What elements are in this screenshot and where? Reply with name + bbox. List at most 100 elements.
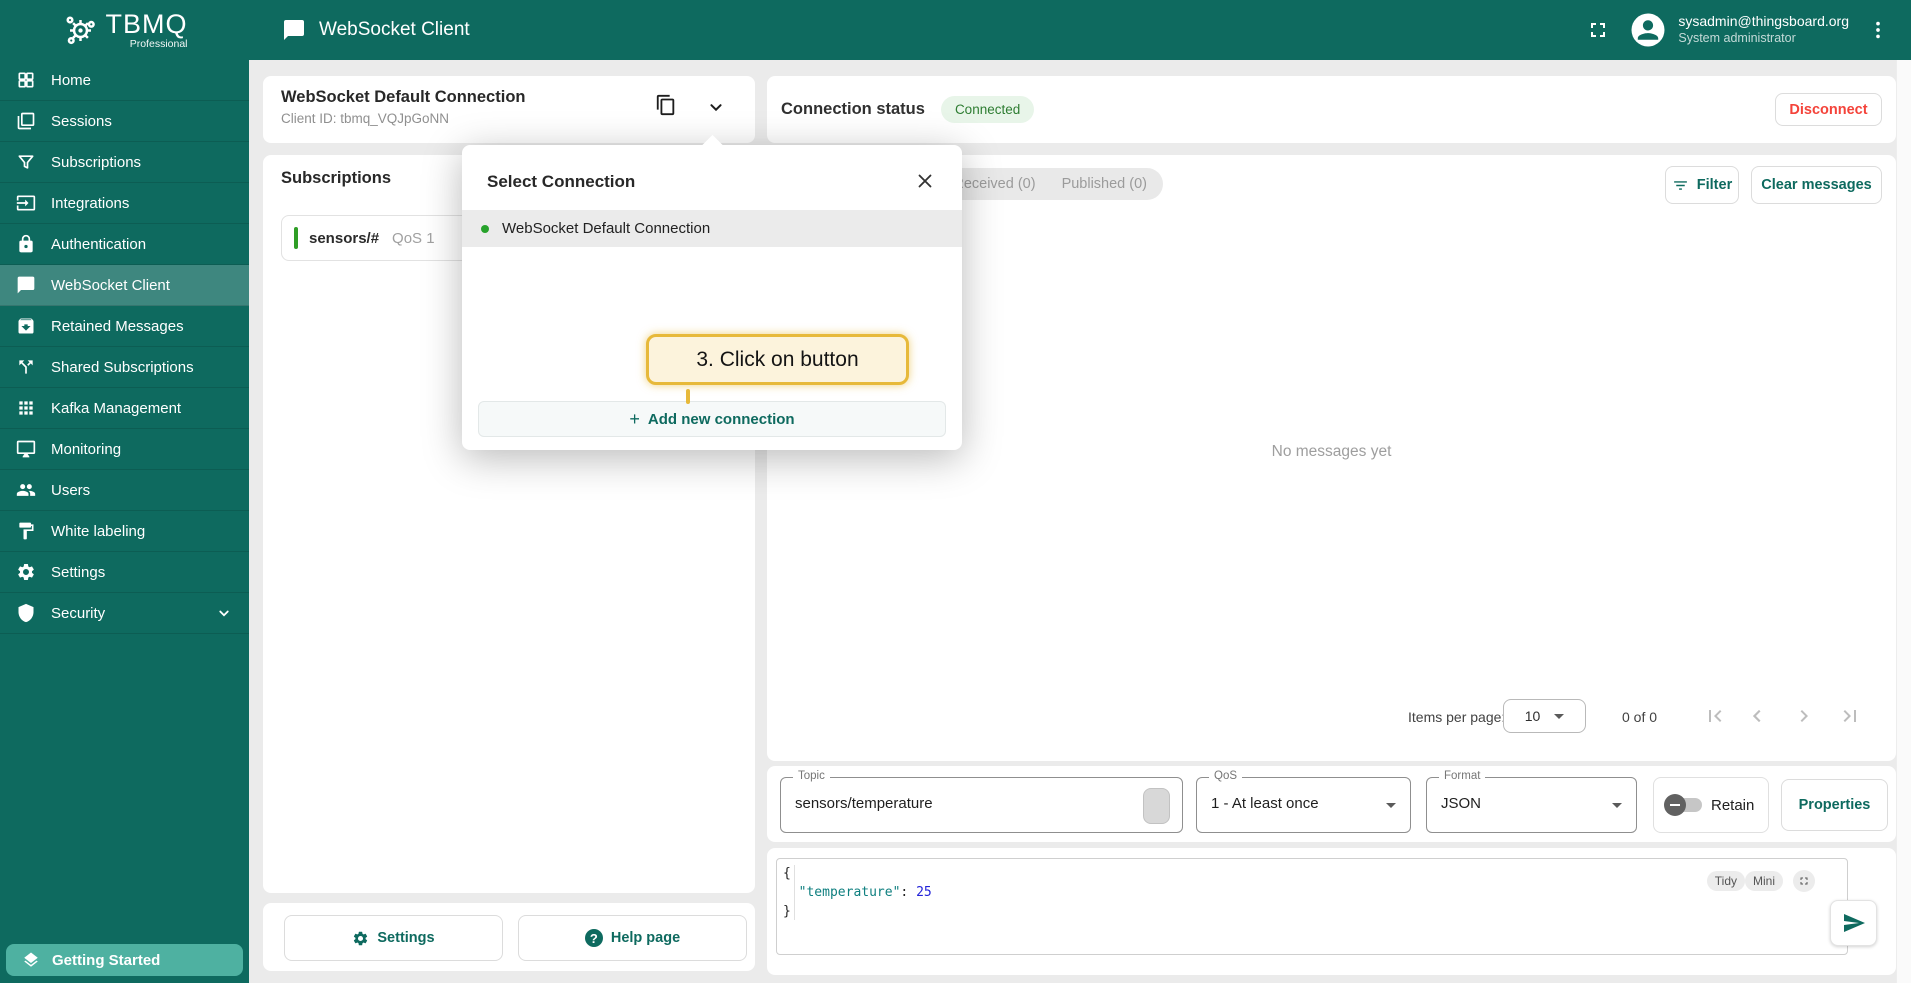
sidebar-item-authentication[interactable]: Authentication bbox=[0, 224, 249, 265]
user-email: sysadmin@thingsboard.org bbox=[1678, 13, 1849, 30]
json-brace: } bbox=[783, 904, 791, 919]
tidy-button[interactable]: Tidy bbox=[1706, 871, 1745, 891]
page-size-select[interactable]: 10 bbox=[1503, 699, 1586, 733]
sidebar-item-home[interactable]: Home bbox=[0, 60, 249, 101]
sidebar-item-websocket-client[interactable]: WebSocket Client bbox=[0, 265, 249, 306]
retain-toggle[interactable] bbox=[1664, 794, 1702, 816]
filter-button[interactable]: Filter bbox=[1665, 166, 1739, 204]
sidebar-item-label: Home bbox=[51, 71, 92, 89]
next-page-icon[interactable] bbox=[1792, 704, 1816, 728]
editor-fullscreen-icon[interactable] bbox=[1793, 870, 1815, 892]
chevron-down-icon bbox=[215, 604, 233, 622]
brand-edition: Professional bbox=[129, 37, 188, 50]
sidebar-item-kafka-management[interactable]: Kafka Management bbox=[0, 388, 249, 429]
qos-select[interactable]: QoS 1 - At least once bbox=[1196, 770, 1411, 833]
json-key: "temperature" bbox=[798, 885, 901, 900]
settings-button[interactable]: Settings bbox=[284, 915, 503, 961]
sidebar-item-subscriptions[interactable]: Subscriptions bbox=[0, 142, 249, 183]
disconnect-button[interactable]: Disconnect bbox=[1775, 93, 1882, 126]
format-select[interactable]: Format JSON bbox=[1426, 770, 1637, 833]
sidebar-item-label: Subscriptions bbox=[51, 153, 142, 171]
clear-messages-button[interactable]: Clear messages bbox=[1751, 166, 1882, 204]
json-brace: { bbox=[783, 866, 791, 881]
pagination: Items per page: 10 0 of 0 bbox=[767, 695, 1896, 739]
people-icon bbox=[16, 480, 36, 500]
clear-messages-label: Clear messages bbox=[1761, 177, 1872, 193]
subscription-topic: sensors/# bbox=[309, 229, 380, 247]
sidebar-item-shared-subscriptions[interactable]: Shared Subscriptions bbox=[0, 347, 249, 388]
tutorial-tooltip-text: 3. Click on button bbox=[696, 347, 859, 371]
dropdown-caret-icon bbox=[1612, 803, 1622, 808]
editor-code[interactable]: { "temperature": 25 } bbox=[783, 864, 932, 921]
sidebar-item-security[interactable]: Security bbox=[0, 593, 249, 634]
properties-button[interactable]: Properties bbox=[1781, 779, 1888, 831]
sidebar-item-label: Shared Subscriptions bbox=[51, 358, 194, 376]
mini-button[interactable]: Mini bbox=[1744, 871, 1783, 891]
sidebar-item-label: White labeling bbox=[51, 522, 146, 540]
json-value: 25 bbox=[916, 885, 932, 900]
user-role: System administrator bbox=[1678, 30, 1796, 45]
tab-published[interactable]: Published (0) bbox=[1062, 176, 1147, 192]
avatar[interactable] bbox=[1630, 12, 1666, 48]
settings-button-label: Settings bbox=[377, 930, 435, 946]
tbmq-logo-icon bbox=[62, 12, 99, 49]
dropdown-caret-icon bbox=[1554, 713, 1565, 719]
previous-page-icon[interactable] bbox=[1745, 704, 1769, 728]
brand-logo[interactable]: TBMQ Professional bbox=[0, 0, 249, 60]
topic-field-label: Topic bbox=[793, 770, 830, 782]
last-page-icon[interactable] bbox=[1838, 704, 1862, 728]
monitor-icon bbox=[16, 439, 36, 459]
sidebar-item-users[interactable]: Users bbox=[0, 470, 249, 511]
layers-icon bbox=[22, 951, 40, 969]
json-editor[interactable]: { "temperature": 25 } Tidy Mini bbox=[776, 858, 1848, 955]
app-header: TBMQ Professional WebSocket Client sysad… bbox=[0, 0, 1911, 60]
kebab-menu-icon[interactable] bbox=[1863, 15, 1893, 45]
status-badge: Connected bbox=[940, 96, 1035, 123]
sidebar-item-label: Retained Messages bbox=[51, 317, 184, 335]
format-select-label: Format bbox=[1439, 770, 1486, 782]
first-page-icon[interactable] bbox=[1703, 704, 1727, 728]
chat-bubble-icon bbox=[282, 18, 306, 42]
sidebar-item-label: WebSocket Client bbox=[51, 276, 170, 294]
sidebar-item-sessions[interactable]: Sessions bbox=[0, 101, 249, 142]
connection-status-bar: Connection status Connected Disconnect bbox=[767, 76, 1896, 143]
tab-received[interactable]: Received (0) bbox=[953, 176, 1035, 192]
qos-select-value: 1 - At least once bbox=[1211, 795, 1319, 812]
sidebar-item-retained-messages[interactable]: Retained Messages bbox=[0, 306, 249, 347]
sidebar-item-settings[interactable]: Settings bbox=[0, 552, 249, 593]
left-footer-bar: Settings ? Help page bbox=[263, 903, 755, 971]
help-button-label: Help page bbox=[610, 930, 681, 946]
subscription-qos: QoS 1 bbox=[392, 229, 435, 247]
tutorial-tooltip: 3. Click on button bbox=[646, 334, 909, 385]
sidebar-item-white-labeling[interactable]: White labeling bbox=[0, 511, 249, 552]
split-icon bbox=[16, 357, 36, 377]
plus-icon: + bbox=[629, 409, 640, 429]
format-select-value: JSON bbox=[1441, 795, 1482, 812]
tutorial-tooltip-connector bbox=[686, 389, 690, 404]
copy-icon[interactable] bbox=[655, 94, 677, 116]
fullscreen-icon[interactable] bbox=[1582, 14, 1614, 46]
connection-status-label: Connection status bbox=[781, 100, 925, 118]
dropdown-caret-icon bbox=[1386, 803, 1396, 808]
topic-field[interactable]: Topic sensors/temperature bbox=[780, 770, 1183, 833]
add-new-connection-label: Add new connection bbox=[647, 410, 795, 428]
getting-started-button[interactable]: Getting Started bbox=[6, 944, 243, 976]
topic-color-swatch[interactable] bbox=[1143, 788, 1170, 824]
sidebar-item-monitoring[interactable]: Monitoring bbox=[0, 429, 249, 470]
sidebar-item-label: Settings bbox=[51, 563, 106, 581]
funnel-icon bbox=[16, 152, 36, 172]
archive-icon bbox=[16, 316, 36, 336]
connection-list-item[interactable]: WebSocket Default Connection bbox=[462, 210, 962, 247]
connection-select-chevron-icon[interactable] bbox=[705, 96, 727, 118]
input-icon bbox=[16, 193, 36, 213]
add-new-connection-button[interactable]: + Add new connection bbox=[478, 401, 946, 437]
send-message-button[interactable] bbox=[1830, 900, 1877, 946]
sidebar-item-integrations[interactable]: Integrations bbox=[0, 183, 249, 224]
page-size-value: 10 bbox=[1524, 708, 1541, 724]
help-page-button[interactable]: ? Help page bbox=[518, 915, 747, 961]
properties-button-label: Properties bbox=[1798, 797, 1871, 813]
close-icon[interactable] bbox=[914, 170, 936, 192]
retain-toggle-group: Retain bbox=[1653, 777, 1769, 833]
scrollbar[interactable] bbox=[1896, 60, 1911, 983]
paint-icon bbox=[16, 521, 36, 541]
